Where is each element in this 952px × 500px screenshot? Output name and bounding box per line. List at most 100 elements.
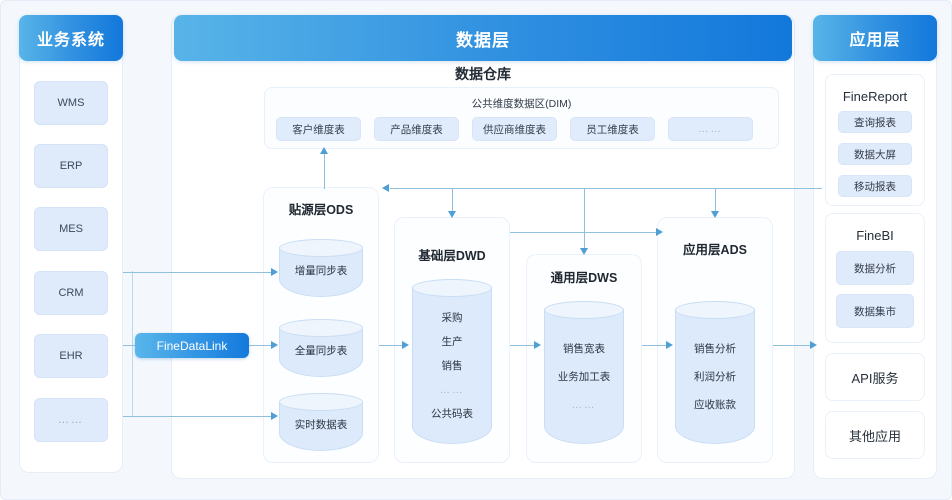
arrowhead-ods-realtime [271,412,278,420]
cylinder-label: 销售分析 [694,342,736,355]
data-layer-header-label: 数据层 [456,30,510,50]
sidebar-item-mes[interactable]: MES [34,207,108,251]
cylinder-label: 生产 [441,335,463,348]
app-card-label: API服务 [851,370,899,386]
data-warehouse-title: 数据仓库 [174,64,792,84]
connector-ads-to-apps [773,345,815,346]
cylinder-label: …… [439,384,465,396]
layer-title-label: 贴源层ODS [288,203,354,217]
connector-ods-to-dim [324,153,325,189]
app-tile-query-report[interactable]: 查询报表 [838,111,912,133]
sidebar-item-crm[interactable]: CRM [34,271,108,315]
app-card-api-service[interactable]: API服务 [825,353,925,401]
sidebar-item-label: MES [59,223,83,235]
sidebar-item-wms[interactable]: WMS [34,81,108,125]
dim-tile-label: 产品维度表 [390,123,443,136]
cylinder-dws: 销售宽表 业务加工表 …… [544,301,624,444]
sidebar-item-label: EHR [59,350,83,362]
fine-data-link-badge[interactable]: FineDataLink [135,333,249,358]
app-card-label: 其他应用 [848,428,901,444]
cylinder-dwd: 采购 生产 销售 …… 公共码表 [412,279,492,444]
connector-bus-drop-ads [715,188,716,213]
cylinder-labels: 销售分析 利润分析 应收账款 [675,301,755,444]
layer-ods-title: 贴源层ODS [263,199,379,218]
layer-dws-title: 通用层DWS [526,267,642,286]
dim-tile-employee[interactable]: 员工维度表 [570,117,655,141]
arrowhead-drop-ads [711,211,719,218]
sidebar-item-more[interactable]: …… [34,398,108,442]
dim-tile-product[interactable]: 产品维度表 [374,117,459,141]
sidebar-item-label: CRM [58,287,84,299]
app-tile-data-mart[interactable]: 数据集市 [836,294,914,328]
cylinder-labels: 采购 生产 销售 …… 公共码表 [412,279,492,444]
app-tile-label: 数据大屏 [854,148,896,161]
dim-tile-label: …… [698,123,723,135]
connector-dws-to-ads [642,345,668,346]
sidebar-item-erp[interactable]: ERP [34,144,108,188]
dim-region-label: 公共维度数据区(DIM) [471,98,572,110]
layer-dwd-title: 基础层DWD [394,245,510,264]
dim-tile-label: 员工维度表 [586,123,639,136]
cylinder-label: 实时数据表 [294,419,348,432]
dim-tile-label: 供应商维度表 [483,123,546,136]
arrowhead-ods-full [271,341,278,349]
arrowhead-ods-incremental [271,268,278,276]
app-tile-data-analysis[interactable]: 数据分析 [836,251,914,285]
cylinder-label: 销售 [441,359,463,372]
dim-tile-customer[interactable]: 客户维度表 [276,117,361,141]
layer-title-label: 应用层ADS [683,243,747,257]
connector-bus-drop-dwd [452,188,453,213]
cylinder-label: …… [571,399,597,411]
arrowhead-dim [320,147,328,154]
connector-bus-drop-dws [584,188,585,250]
arrowhead-ads [666,341,673,349]
arrowhead-ods-feedback [382,184,389,192]
cylinder-labels: 实时数据表 [279,393,363,451]
arrowhead-drop-dwd [448,211,456,218]
sidebar-item-label: WMS [57,97,85,109]
layer-title-label: 基础层DWD [418,249,486,263]
app-tile-dashboard[interactable]: 数据大屏 [838,143,912,165]
connector-dim-feedback-bus [390,188,822,189]
cylinder-label: 采购 [441,311,463,324]
cylinder-label: 全量同步表 [294,345,348,358]
app-card-finebi-title: FineBI [825,228,925,243]
business-systems-header: 业务系统 [19,15,123,61]
app-tile-mobile-report[interactable]: 移动报表 [838,175,912,197]
connector-dwd-bypass-to-ads [510,232,660,233]
cylinder-label: 利润分析 [694,370,736,383]
arrowhead-app-layer [810,341,817,349]
cylinder-label: 业务加工表 [557,370,611,383]
dim-tile-more[interactable]: …… [668,117,753,141]
app-card-title-label: FineBI [856,228,894,243]
cylinder-label: 销售宽表 [563,342,605,355]
cylinder-ads: 销售分析 利润分析 应收账款 [675,301,755,444]
app-card-finereport-title: FineReport [825,89,925,104]
app-tile-label: 查询报表 [854,116,896,129]
layer-title-label: 通用层DWS [550,271,618,285]
cylinder-labels: 销售宽表 业务加工表 …… [544,301,624,444]
app-card-title-label: FineReport [842,89,908,104]
cylinder-labels: 全量同步表 [279,319,363,377]
dim-tile-supplier[interactable]: 供应商维度表 [472,117,557,141]
sidebar-item-label: …… [58,414,84,426]
cylinder-label: 公共码表 [431,408,473,421]
app-card-other-apps[interactable]: 其他应用 [825,411,925,459]
layer-ads-title: 应用层ADS [657,239,773,258]
cylinder-label: 增量同步表 [294,265,348,278]
connector-ods-to-dwd [379,345,404,346]
arrowhead-ads-bypass [656,228,663,236]
application-layer-header: 应用层 [813,15,937,61]
cylinder-label: 应收账款 [694,399,736,411]
application-layer-header-label: 应用层 [849,32,901,49]
connector-left-spine [132,271,133,416]
diagram-canvas: 业务系统 WMS ERP MES CRM EHR …… 数据层 数据仓库 公共维… [0,0,952,500]
cylinder-labels: 增量同步表 [279,239,363,297]
dim-tile-label: 客户维度表 [292,123,345,136]
cylinder-ods-realtime: 实时数据表 [279,393,363,451]
connector-more-to-ods [123,416,273,417]
arrowhead-dwd [402,341,409,349]
cylinder-ods-incremental: 增量同步表 [279,239,363,297]
arrowhead-drop-dws [580,248,588,255]
sidebar-item-ehr[interactable]: EHR [34,334,108,378]
